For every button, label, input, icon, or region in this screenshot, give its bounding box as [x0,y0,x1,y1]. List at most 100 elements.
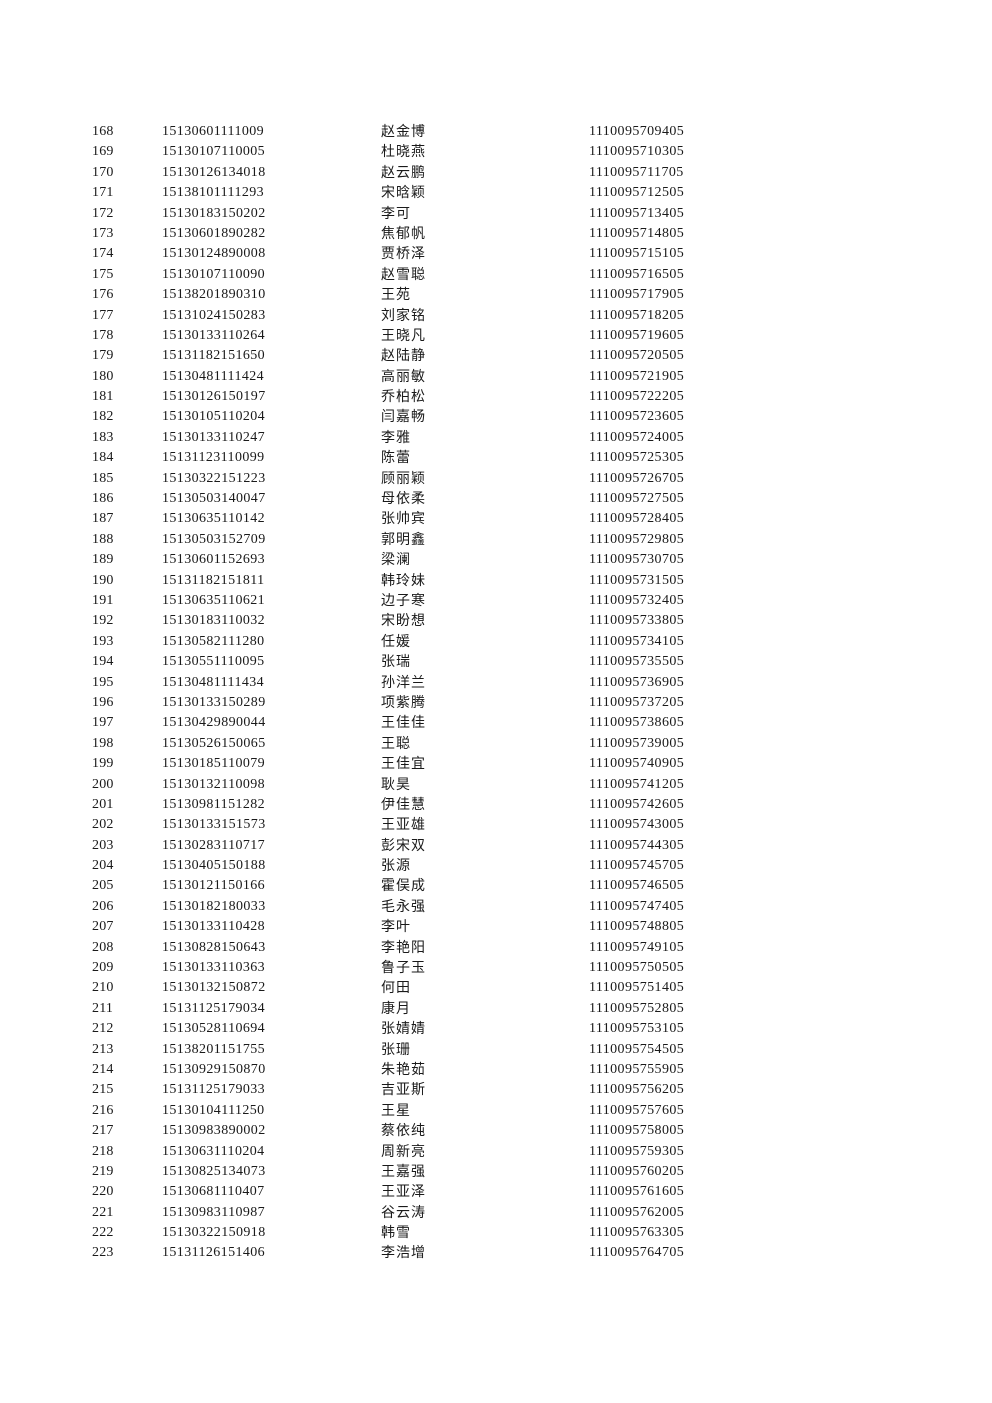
code-cell: 1110095746505 [589,878,685,894]
name-cell: 项紫腾 [381,694,426,711]
table-row: 195 15130481111434 孙洋兰 1110095736905 [0,673,992,693]
code-cell: 1110095709405 [589,124,685,139]
name-cell: 王聪 [381,735,411,752]
name-cell: 伊佳慧 [381,796,426,813]
name-cell: 康月 [381,1000,411,1017]
exam-number-cell: 15130929150870 [162,1061,266,1077]
code-cell: 1110095761605 [589,1184,685,1200]
row-index-cell: 190 [92,572,114,588]
row-index-cell: 222 [92,1225,114,1241]
code-cell: 1110095714805 [589,225,685,241]
code-cell: 1110095749105 [589,939,685,955]
row-index-cell: 220 [92,1184,114,1200]
row-index-cell: 206 [92,898,114,914]
name-cell: 李叶 [381,919,411,936]
code-cell: 1110095728405 [589,511,685,527]
name-cell: 李艳阳 [381,939,426,956]
code-cell: 1110095718205 [589,307,685,323]
table-row: 214 15130929150870 朱艳茹 1110095755905 [0,1060,992,1080]
exam-number-cell: 15130133150289 [162,694,266,710]
exam-number-cell: 15138201890310 [162,287,266,303]
exam-number-cell: 15138201151755 [162,1041,266,1057]
code-cell: 1110095760205 [589,1163,685,1179]
table-row: 169 15130107110005 杜晓燕 1110095710305 [0,142,992,162]
exam-number-cell: 15131024150283 [162,307,266,323]
name-cell: 杜晓燕 [381,144,426,161]
row-index-cell: 176 [92,287,114,303]
table-row: 170 15130126134018 赵云鹏 1110095711705 [0,163,992,183]
exam-number-cell: 15130133110428 [162,919,266,935]
row-index-cell: 178 [92,327,114,343]
data-table: 168 15130601111009 赵金博 1110095709405 169… [0,122,992,1264]
name-cell: 闫嘉畅 [381,409,426,426]
name-cell: 顾丽颖 [381,470,426,487]
name-cell: 刘家铭 [381,307,426,324]
table-row: 173 15130601890282 焦郁帆 1110095714805 [0,224,992,244]
table-row: 213 15138201151755 张珊 1110095754505 [0,1040,992,1060]
row-index-cell: 182 [92,409,114,425]
code-cell: 1110095754505 [589,1041,685,1057]
table-row: 211 15131125179034 康月 1110095752805 [0,999,992,1019]
exam-number-cell: 15130133151573 [162,817,266,833]
exam-number-cell: 15130528110694 [162,1021,266,1037]
table-row: 199 15130185110079 王佳宜 1110095740905 [0,754,992,774]
exam-number-cell: 15130429890044 [162,715,266,731]
name-cell: 郭明鑫 [381,531,426,548]
row-index-cell: 221 [92,1204,114,1220]
name-cell: 蔡依纯 [381,1123,426,1140]
exam-number-cell: 15130551110095 [162,654,265,670]
table-row: 223 15131126151406 李浩增 1110095764705 [0,1243,992,1263]
exam-number-cell: 15130104111250 [162,1102,265,1118]
table-row: 183 15130133110247 李雅 1110095724005 [0,428,992,448]
name-cell: 赵金博 [381,124,426,140]
code-cell: 1110095733805 [589,613,685,629]
table-row: 185 15130322151223 顾丽颖 1110095726705 [0,469,992,489]
table-row: 178 15130133110264 王晓凡 1110095719605 [0,326,992,346]
name-cell: 王亚雄 [381,817,426,834]
table-row: 177 15131024150283 刘家铭 1110095718205 [0,306,992,326]
exam-number-cell: 15130132150872 [162,980,266,996]
code-cell: 1110095717905 [589,287,685,303]
exam-number-cell: 15130582111280 [162,633,265,649]
table-row: 216 15130104111250 王星 1110095757605 [0,1101,992,1121]
code-cell: 1110095762005 [589,1204,685,1220]
exam-number-cell: 15130126150197 [162,389,266,405]
row-index-cell: 177 [92,307,114,323]
table-row: 197 15130429890044 王佳佳 1110095738605 [0,713,992,733]
name-cell: 李浩增 [381,1245,426,1262]
table-row: 175 15130107110090 赵雪聪 1110095716505 [0,265,992,285]
exam-number-cell: 15130322151223 [162,470,266,486]
exam-number-cell: 15130631110204 [162,1143,265,1159]
exam-number-cell: 15130107110090 [162,266,266,282]
code-cell: 1110095742605 [589,796,685,812]
name-cell: 宋盼想 [381,613,426,630]
name-cell: 王苑 [381,287,411,304]
name-cell: 赵陆静 [381,348,426,365]
code-cell: 1110095763305 [589,1225,685,1241]
row-index-cell: 197 [92,715,114,731]
row-index-cell: 212 [92,1021,114,1037]
row-index-cell: 186 [92,491,114,507]
name-cell: 宋晗颖 [381,185,426,202]
row-index-cell: 194 [92,654,114,670]
code-cell: 1110095736905 [589,674,685,690]
row-index-cell: 170 [92,164,114,180]
code-cell: 1110095764705 [589,1245,685,1261]
row-index-cell: 205 [92,878,114,894]
code-cell: 1110095734105 [589,633,685,649]
exam-number-cell: 15130983890002 [162,1123,266,1139]
table-row: 181 15130126150197 乔柏松 1110095722205 [0,387,992,407]
row-index-cell: 207 [92,919,114,935]
name-cell: 边子寒 [381,592,426,609]
code-cell: 1110095750505 [589,960,685,976]
code-cell: 1110095758005 [589,1123,685,1139]
name-cell: 赵云鹏 [381,164,426,181]
name-cell: 彭宋双 [381,837,426,854]
row-index-cell: 193 [92,633,114,649]
table-row: 182 15130105110204 闫嘉畅 1110095723605 [0,407,992,427]
exam-number-cell: 15130126134018 [162,164,266,180]
name-cell: 陈蕾 [381,450,411,467]
exam-number-cell: 15130283110717 [162,837,266,853]
code-cell: 1110095737205 [589,694,685,710]
table-row: 171 15138101111293 宋晗颖 1110095712505 [0,183,992,203]
